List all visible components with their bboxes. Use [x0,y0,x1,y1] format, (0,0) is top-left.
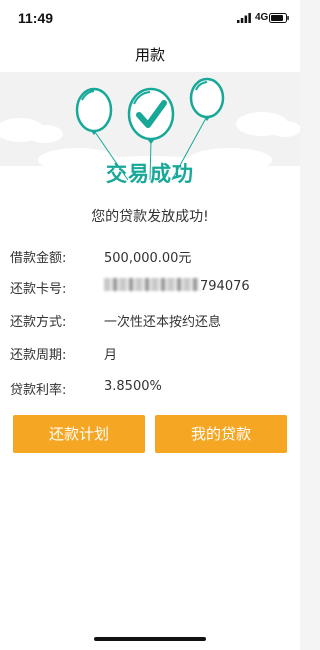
detail-label: 还款卡号: [10,282,67,297]
detail-value-masked: 794076 [104,278,250,294]
home-indicator[interactable] [94,637,206,641]
detail-value: 月 [104,348,118,363]
detail-label: 借款金额: [10,251,67,266]
redacted-card-digits [104,278,199,291]
detail-row-interest-rate: 贷款利率: 3.8500% [10,379,300,399]
status-bar: 11:49 4G [0,0,300,36]
my-loans-button[interactable]: 我的贷款 [155,415,287,453]
detail-value: 一次性还本按约还息 [104,315,222,330]
detail-value: 500,000.00元 [104,251,192,266]
success-message: 您的贷款发放成功! [91,209,209,225]
success-title: 交易成功 [106,162,194,186]
signal-icon [237,13,251,23]
detail-row-repayment-method: 还款方式: 一次性还本按约还息 [10,311,300,331]
detail-row-amount: 借款金额: 500,000.00元 [10,247,300,267]
detail-label: 还款周期: [10,348,67,363]
network-label: 4G [255,12,269,23]
repayment-plan-button[interactable]: 还款计划 [13,415,145,453]
detail-value: 3.8500% [104,379,162,394]
detail-row-card-number: 还款卡号: 794076 [10,278,300,298]
success-banner: 交易成功 [0,72,300,192]
result-panel: 您的贷款发放成功! 借款金额: 500,000.00元 还款卡号: 794076… [0,192,300,650]
detail-value: 794076 [200,279,250,294]
detail-label: 贷款利率: [10,383,67,398]
page-title: 用款 [134,46,165,64]
battery-icon [269,13,289,23]
detail-row-repayment-cycle: 还款周期: 月 [10,344,300,364]
detail-label: 还款方式: [10,315,67,330]
status-time: 11:49 [18,10,54,26]
